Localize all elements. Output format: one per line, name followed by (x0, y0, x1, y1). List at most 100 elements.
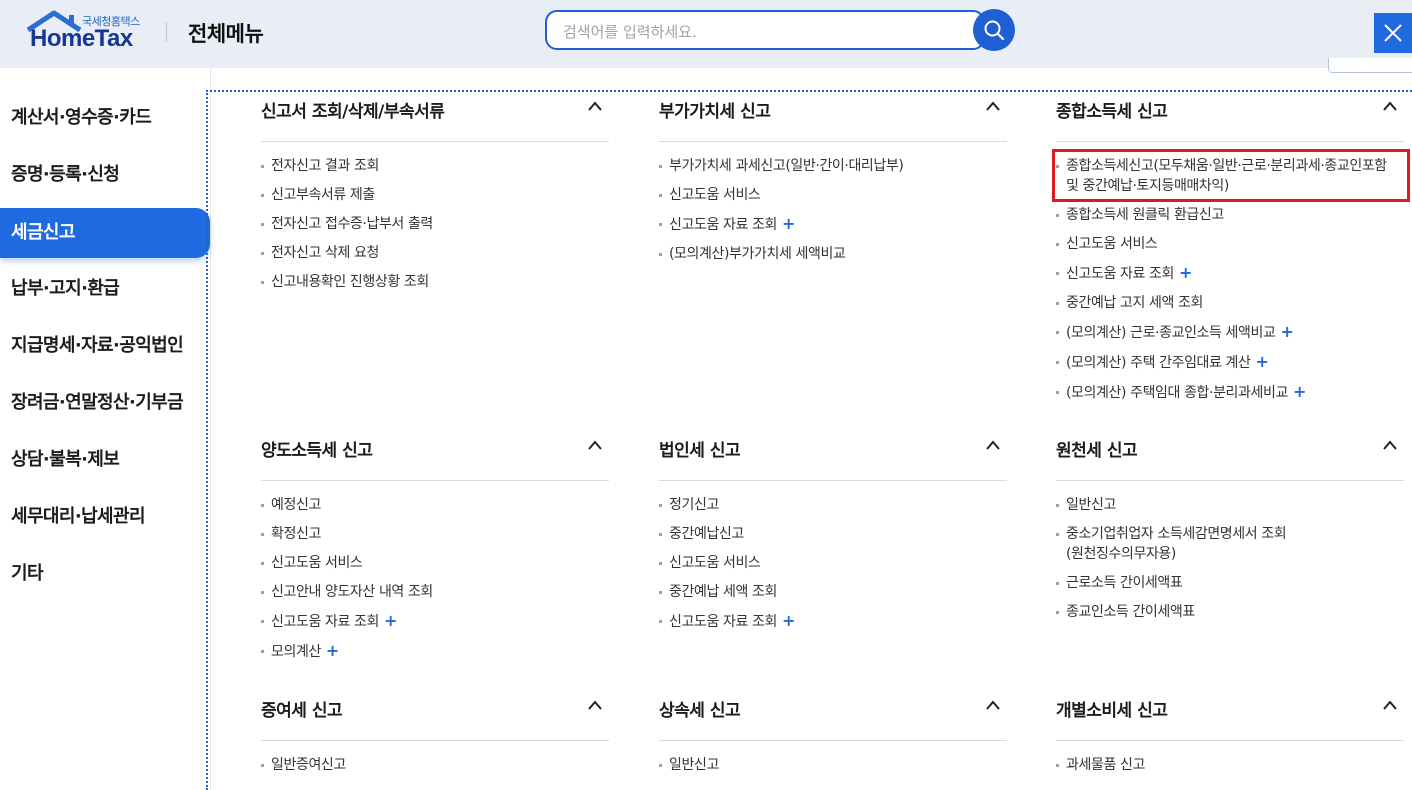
section-header: 부가가치세 신고 (659, 97, 1007, 142)
close-menu-button[interactable] (1374, 13, 1412, 53)
menu-link[interactable]: 일반신고 (1056, 495, 1412, 515)
menu-link[interactable]: (모의계산) 주택 간주임대료 계산 + (1056, 352, 1412, 373)
sidebar-item-tax-agent[interactable]: 세무대리·납세관리 (0, 492, 210, 542)
sidebar-item-etc[interactable]: 기타 (0, 549, 210, 599)
menu-link[interactable]: 중간예납신고 (659, 524, 1019, 544)
sidebar-item-payment-statement[interactable]: 지급명세·자료·공익법인 (0, 321, 210, 371)
section-header: 종합소득세 신고 (1056, 97, 1404, 142)
expand-plus-icon[interactable]: + (326, 641, 339, 660)
chevron-up-icon[interactable] (587, 438, 603, 452)
chevron-up-icon[interactable] (1382, 99, 1398, 113)
expand-plus-icon[interactable]: + (782, 214, 795, 233)
section-income-tax: 종합소득세 신고 종합소득세신고(모두채움·일반·근로·분리과세·종교인포함 및 … (1056, 97, 1404, 401)
menu-link[interactable]: 과세물품 신고 (1056, 755, 1412, 775)
expand-plus-icon[interactable]: + (384, 611, 397, 630)
section-gift-tax: 증여세 신고 일반증여신고 (261, 696, 609, 773)
menu-link[interactable]: (모의계산) 근로·종교인소득 세액비교 + (1056, 322, 1412, 343)
menu-link[interactable]: 신고도움 자료 조회 + (659, 611, 1019, 632)
section-corporate-tax: 법인세 신고 정기신고 중간예납신고 신고도움 서비스 중간예납 세액 조회 신… (659, 436, 1007, 630)
menu-link[interactable]: 부가가치세 과세신고(일반·간이·대리납부) (659, 156, 1019, 176)
menu-link[interactable]: 모의계산 + (261, 641, 621, 662)
menu-link[interactable]: 일반증여신고 (261, 755, 621, 775)
section-header: 개별소비세 신고 (1056, 696, 1404, 741)
section-vat: 부가가치세 신고 부가가치세 과세신고(일반·간이·대리납부) 신고도움 서비스… (659, 97, 1007, 262)
focus-outline-left (206, 90, 208, 790)
focus-outline-top (206, 90, 1412, 92)
chevron-up-icon[interactable] (1382, 698, 1398, 712)
chevron-up-icon[interactable] (985, 698, 1001, 712)
menu-link[interactable]: 일반신고 (659, 755, 1019, 775)
menu-link[interactable]: 신고도움 자료 조회 + (261, 611, 621, 632)
section-title: 종합소득세 신고 (1056, 102, 1168, 122)
chevron-up-icon[interactable] (587, 698, 603, 712)
section-header: 상속세 신고 (659, 696, 1007, 741)
menu-link[interactable]: 종합소득세 원클릭 환급신고 (1056, 205, 1412, 225)
menu-link[interactable]: 신고도움 서비스 (261, 553, 621, 573)
menu-link[interactable]: 신고내용확인 진행상황 조회 (261, 272, 621, 292)
section-header: 양도소득세 신고 (261, 436, 609, 481)
menu-link[interactable]: 중간예납 세액 조회 (659, 582, 1019, 602)
close-icon (1384, 24, 1402, 42)
expand-plus-icon[interactable]: + (782, 611, 795, 630)
menu-link[interactable]: 신고도움 자료 조회 + (659, 214, 1019, 235)
menu-link[interactable]: 중간예납 고지 세액 조회 (1056, 293, 1412, 313)
sidebar-item-payment-refund[interactable]: 납부·고지·환급 (0, 264, 210, 314)
hometax-logo[interactable]: 국세청홈택스 HomeTax (24, 10, 148, 52)
section-header: 법인세 신고 (659, 436, 1007, 481)
page-title: 전체메뉴 (188, 22, 264, 46)
chevron-up-icon[interactable] (1382, 438, 1398, 452)
menu-link[interactable]: 전자신고 결과 조회 (261, 156, 621, 176)
sidebar-item-incentive-yearend[interactable]: 장려금·연말정산·기부금 (0, 378, 210, 428)
menu-link[interactable]: 종교인소득 간이세액표 (1056, 602, 1412, 622)
section-header: 신고서 조회/삭제/부속서류 (261, 97, 609, 142)
chevron-up-icon[interactable] (587, 99, 603, 113)
menu-link[interactable]: 전자신고 삭제 요청 (261, 243, 621, 263)
menu-link[interactable]: 신고도움 서비스 (659, 185, 1019, 205)
expand-plus-icon[interactable]: + (1179, 263, 1192, 282)
menu-link[interactable]: 신고부속서류 제출 (261, 185, 621, 205)
sidebar-item-invoice-receipt-card[interactable]: 계산서·영수증·카드 (0, 93, 210, 143)
section-individual-consumption-tax: 개별소비세 신고 과세물품 신고 (1056, 696, 1404, 773)
expand-plus-icon[interactable]: + (1280, 322, 1293, 341)
menu-link[interactable]: 신고도움 서비스 (1056, 234, 1412, 254)
menu-link[interactable]: 예정신고 (261, 495, 621, 515)
expand-plus-icon[interactable]: + (1256, 352, 1269, 371)
logo-main-text: HomeTax (30, 25, 133, 52)
menu-link[interactable]: 중소기업취업자 소득세감면명세서 조회 (원천징수의무자용) (1056, 524, 1412, 564)
menu-link[interactable]: 확정신고 (261, 524, 621, 544)
menu-link[interactable]: 신고도움 서비스 (659, 553, 1019, 573)
expand-plus-icon[interactable]: + (1293, 382, 1306, 401)
section-title: 증여세 신고 (261, 701, 343, 721)
section-header: 원천세 신고 (1056, 436, 1404, 481)
menu-link[interactable]: 근로소득 간이세액표 (1056, 573, 1412, 593)
search-icon (984, 20, 1005, 41)
sidebar-item-tax-filing[interactable]: 세금신고 (0, 208, 210, 258)
menu-link[interactable]: 신고안내 양도자산 내역 조회 (261, 582, 621, 602)
menu-link[interactable]: 정기신고 (659, 495, 1019, 515)
section-capital-gains: 양도소득세 신고 예정신고 확정신고 신고도움 서비스 신고안내 양도자산 내역… (261, 436, 609, 660)
menu-link-income-tax-filing[interactable]: 종합소득세신고(모두채움·일반·근로·분리과세·종교인포함 및 중간예납·토지등매… (1056, 156, 1412, 196)
chevron-up-icon[interactable] (985, 438, 1001, 452)
header-tab-stub (1328, 58, 1412, 73)
chevron-up-icon[interactable] (985, 99, 1001, 113)
menu-link[interactable]: (모의계산) 주택임대 종합·분리과세비교 + (1056, 382, 1412, 403)
section-report-inquiry: 신고서 조회/삭제/부속서류 전자신고 결과 조회 신고부속서류 제출 전자신고… (261, 97, 609, 290)
search-box (545, 10, 985, 50)
menu-link[interactable]: 전자신고 접수증·납부서 출력 (261, 214, 621, 234)
section-header: 증여세 신고 (261, 696, 609, 741)
section-title: 상속세 신고 (659, 701, 741, 721)
menu-link[interactable]: (모의계산)부가가치세 세액비교 (659, 244, 1019, 264)
sidebar-item-certificate-registration[interactable]: 증명·등록·신청 (0, 150, 210, 200)
menu-link[interactable]: 신고도움 자료 조회 + (1056, 263, 1412, 284)
search-input[interactable] (561, 20, 955, 44)
sidebar-menu: 계산서·영수증·카드 증명·등록·신청 세금신고 납부·고지·환급 지급명세·자… (0, 68, 211, 790)
section-inheritance-tax: 상속세 신고 일반신고 (659, 696, 1007, 773)
section-title: 법인세 신고 (659, 441, 741, 461)
section-withholding-tax: 원천세 신고 일반신고 중소기업취업자 소득세감면명세서 조회 (원천징수의무자용… (1056, 436, 1404, 620)
sidebar-item-consultation-appeal[interactable]: 상담·불복·제보 (0, 435, 210, 485)
section-title: 원천세 신고 (1056, 441, 1138, 461)
section-title: 개별소비세 신고 (1056, 701, 1168, 721)
search-button[interactable] (973, 9, 1015, 51)
top-header: 국세청홈택스 HomeTax 전체메뉴 (0, 0, 1412, 68)
header-divider (166, 22, 167, 42)
